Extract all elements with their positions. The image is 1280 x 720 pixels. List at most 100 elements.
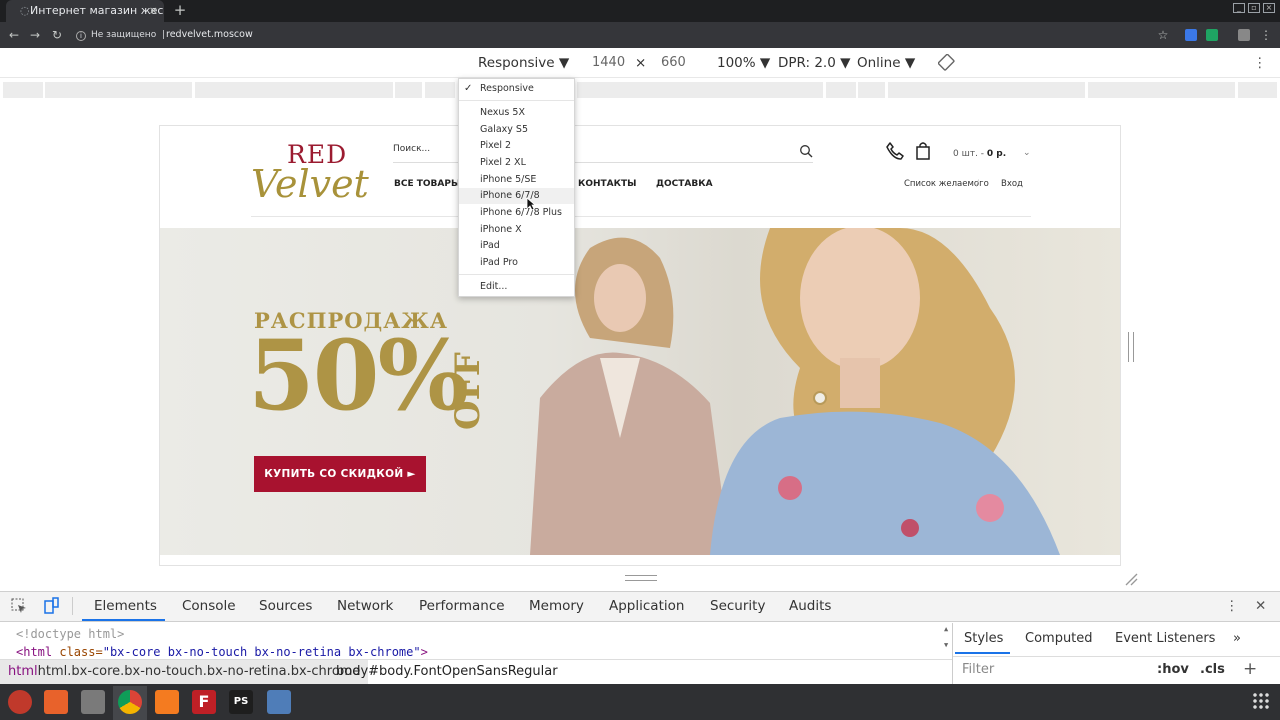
- dpr-select[interactable]: DPR: 2.0 ▼: [778, 54, 851, 72]
- phpstorm-icon[interactable]: PS: [229, 690, 253, 714]
- device-option[interactable]: iPhone X: [480, 224, 522, 235]
- url-field[interactable]: redvelvet.moscow: [166, 26, 253, 44]
- tab-sources[interactable]: Sources: [259, 598, 312, 614]
- emulated-viewport: RED Velvet Поиск... ВСЕ ТОВАРЫ КОНТАКТЫ …: [159, 125, 1121, 566]
- media-query-bar[interactable]: [888, 82, 1085, 98]
- app-grid-icon[interactable]: [1252, 692, 1270, 710]
- file-manager-icon[interactable]: [81, 690, 105, 714]
- tab-performance[interactable]: Performance: [419, 598, 505, 614]
- nav-all-products[interactable]: ВСЕ ТОВАРЫ: [394, 179, 460, 189]
- search-input[interactable]: Поиск...: [393, 144, 430, 154]
- tab-event-listeners[interactable]: Event Listeners: [1115, 631, 1215, 646]
- extension-icon[interactable]: [1238, 29, 1250, 41]
- device-option[interactable]: iPhone 6/7/8 Plus: [480, 207, 562, 218]
- class-toggle[interactable]: .cls: [1200, 662, 1225, 677]
- tab-elements[interactable]: Elements: [94, 598, 157, 614]
- media-query-bar[interactable]: [195, 82, 393, 98]
- inspect-element-icon[interactable]: [10, 597, 28, 615]
- device-option[interactable]: iPad: [480, 240, 500, 251]
- device-toggle-icon[interactable]: [42, 597, 60, 615]
- new-tab-button[interactable]: +: [172, 0, 188, 22]
- hover-state-toggle[interactable]: :hov: [1157, 662, 1189, 677]
- extension-icon[interactable]: [1185, 29, 1197, 41]
- media-query-bar[interactable]: [826, 82, 856, 98]
- tab-security[interactable]: Security: [710, 598, 765, 614]
- chrome-icon[interactable]: [118, 690, 142, 714]
- width-input[interactable]: 1440: [592, 54, 625, 72]
- doctype-line[interactable]: <!doctype html>: [16, 627, 124, 641]
- restore-icon[interactable]: ▫: [1248, 3, 1260, 13]
- minimize-icon[interactable]: _: [1233, 3, 1245, 13]
- phone-icon[interactable]: [885, 141, 905, 161]
- breadcrumb-body[interactable]: body#body.FontOpenSansRegular: [336, 664, 558, 679]
- media-query-bar[interactable]: [1088, 82, 1235, 98]
- device-option[interactable]: iPhone 5/SE: [480, 174, 536, 185]
- tab-audits[interactable]: Audits: [789, 598, 831, 614]
- chevron-down-icon[interactable]: ⌄: [1023, 148, 1031, 158]
- media-query-bar[interactable]: [1238, 82, 1277, 98]
- forward-icon[interactable]: →: [27, 26, 43, 44]
- tab-network[interactable]: Network: [337, 598, 393, 614]
- html-node[interactable]: <html class="bx-core bx-no-touch bx-no-r…: [16, 645, 428, 659]
- tab-styles[interactable]: Styles: [964, 631, 1003, 646]
- tab-console[interactable]: Console: [182, 598, 236, 614]
- tab-memory[interactable]: Memory: [529, 598, 584, 614]
- device-option[interactable]: Pixel 2 XL: [480, 157, 526, 168]
- tab-close-icon[interactable]: ×: [149, 0, 158, 22]
- search-underline: [393, 162, 813, 163]
- extension-icon[interactable]: [1206, 29, 1218, 41]
- device-option[interactable]: Galaxy S5: [480, 124, 528, 135]
- buy-with-discount-button[interactable]: КУПИТЬ СО СКИДКОЙ ►: [254, 456, 426, 492]
- sublime-text-icon[interactable]: [155, 690, 179, 714]
- cart-summary[interactable]: 0 шт. - 0 р.: [953, 149, 1006, 159]
- software-center-icon[interactable]: [44, 690, 68, 714]
- security-indicator[interactable]: i Не защищено |: [76, 26, 165, 44]
- network-throttle-select[interactable]: Online ▼: [857, 54, 915, 72]
- shopping-bag-icon[interactable]: [915, 141, 931, 161]
- reload-icon[interactable]: ↻: [49, 26, 65, 44]
- media-query-bar[interactable]: [425, 82, 455, 98]
- bookmark-star-icon[interactable]: ☆: [1155, 26, 1171, 44]
- hero-banner[interactable]: РАСПРОДАЖА 50% OFF КУПИТЬ СО СКИДКОЙ ►: [160, 228, 1120, 555]
- media-query-bar[interactable]: [395, 82, 422, 98]
- media-query-bar[interactable]: [3, 82, 43, 98]
- scrollbar[interactable]: ▲ ▼: [944, 625, 950, 655]
- more-options-icon[interactable]: ⋮: [1253, 54, 1267, 72]
- resize-handle-bottom[interactable]: [625, 575, 657, 581]
- device-select[interactable]: Responsive ▼: [478, 54, 569, 72]
- rotate-icon[interactable]: [937, 53, 955, 71]
- menu-dots-icon[interactable]: ⋮: [1258, 26, 1274, 44]
- active-tab-indicator: [82, 619, 165, 621]
- close-devtools-icon[interactable]: ✕: [1255, 598, 1266, 614]
- device-option-edit[interactable]: Edit...: [480, 281, 507, 292]
- browser-tab[interactable]: ◌ Интернет магазин жеско ×: [6, 0, 164, 22]
- more-tabs-icon[interactable]: »: [1233, 631, 1241, 646]
- resize-corner-icon[interactable]: [1124, 571, 1138, 586]
- system-menu-icon[interactable]: [8, 690, 32, 714]
- back-icon[interactable]: ←: [6, 26, 22, 44]
- device-option[interactable]: Nexus 5X: [480, 107, 525, 118]
- tab-computed[interactable]: Computed: [1025, 631, 1093, 646]
- device-option[interactable]: iPad Pro: [480, 257, 518, 268]
- logo-velvet[interactable]: Velvet: [251, 162, 369, 206]
- device-option-responsive[interactable]: Responsive: [480, 83, 534, 94]
- media-query-bar[interactable]: [858, 82, 885, 98]
- zoom-select[interactable]: 100% ▼: [717, 54, 770, 72]
- media-query-bar[interactable]: [577, 82, 823, 98]
- resize-handle-right[interactable]: [1128, 332, 1134, 362]
- devtools-menu-icon[interactable]: ⋮: [1225, 598, 1239, 614]
- device-option[interactable]: Pixel 2: [480, 140, 511, 151]
- login-link[interactable]: Вход: [1001, 179, 1023, 189]
- tab-application[interactable]: Application: [609, 598, 684, 614]
- remote-desktop-icon[interactable]: [267, 690, 291, 714]
- nav-delivery[interactable]: ДОСТАВКА: [656, 179, 713, 189]
- height-input[interactable]: 660: [661, 54, 686, 72]
- styles-filter-input[interactable]: Filter: [962, 662, 994, 677]
- search-icon[interactable]: [799, 143, 813, 158]
- media-query-bar[interactable]: [45, 82, 192, 98]
- breadcrumb-html[interactable]: htmlhtml.bx-core.bx-no-touch.bx-no-retin…: [0, 660, 369, 684]
- filezilla-icon[interactable]: F: [192, 690, 216, 714]
- close-window-icon[interactable]: ×: [1263, 3, 1275, 13]
- nav-contacts[interactable]: КОНТАКТЫ: [578, 179, 636, 189]
- new-style-rule-icon[interactable]: +: [1243, 659, 1257, 679]
